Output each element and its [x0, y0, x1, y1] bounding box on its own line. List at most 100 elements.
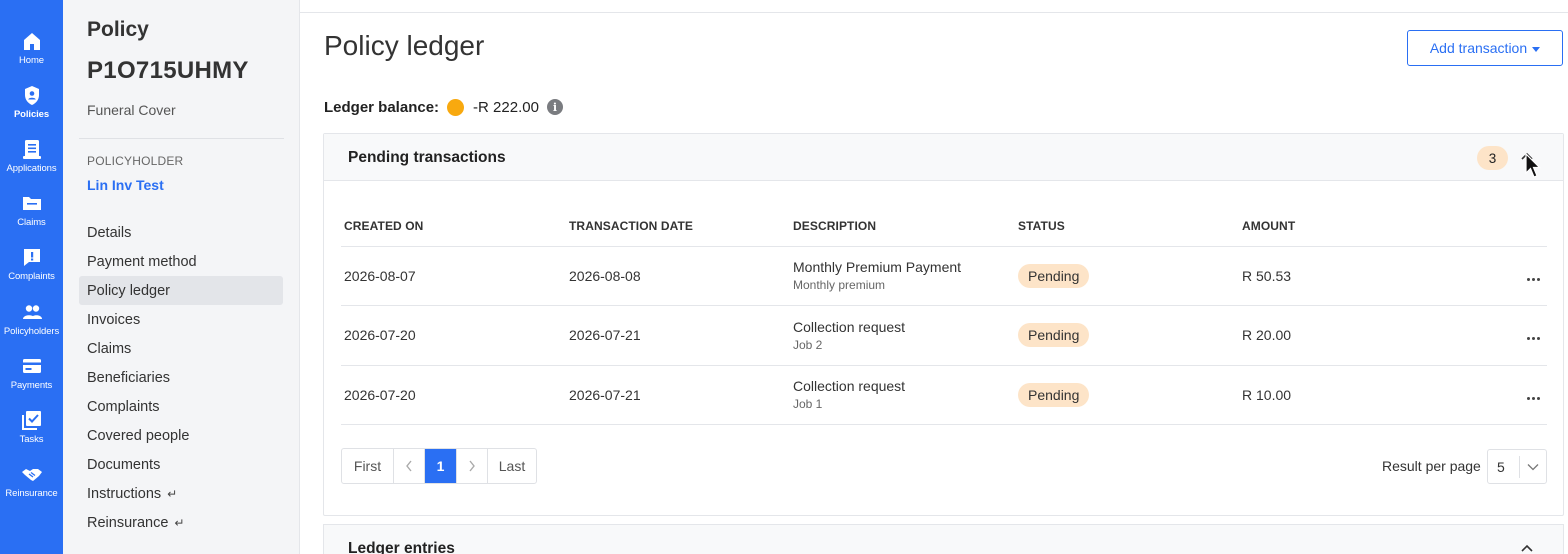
- nav-item-label: Claims: [87, 340, 132, 357]
- nav-item-instructions[interactable]: Instructions ↵: [79, 479, 283, 508]
- policy-product: Funeral Cover: [87, 102, 176, 118]
- results-per-page-value: 5: [1497, 458, 1505, 475]
- ledger-entries-title: Ledger entries: [348, 540, 455, 554]
- cell-description: Collection request Job 1: [790, 365, 1015, 425]
- description-sub: Job 1: [793, 397, 823, 412]
- policy-kicker: Policy: [87, 18, 149, 41]
- nav-item-label: Invoices: [87, 311, 141, 328]
- cell-description: Monthly Premium Payment Monthly premium: [790, 246, 1015, 306]
- pending-transactions-header[interactable]: Pending transactions 3: [324, 134, 1563, 181]
- people-icon: [22, 305, 42, 319]
- nav-item-details[interactable]: Details: [79, 218, 283, 247]
- cell-amount: R 20.00: [1239, 305, 1517, 366]
- chevron-up-icon[interactable]: [1520, 542, 1534, 554]
- cell-transaction-date: 2026-08-08: [566, 246, 790, 306]
- add-transaction-button[interactable]: Add transaction: [1407, 30, 1563, 66]
- cell-created-on: 2026-07-20: [341, 305, 566, 366]
- rail-item-label: Complaints: [8, 271, 55, 282]
- nav-item-complaints[interactable]: Complaints: [79, 392, 283, 421]
- rail-item-applications[interactable]: Applications: [0, 138, 63, 188]
- pagination-prev-button[interactable]: [394, 449, 425, 483]
- info-icon[interactable]: i: [546, 99, 563, 115]
- more-horizontal-icon: [1527, 277, 1540, 281]
- pending-transactions-title: Pending transactions: [348, 149, 506, 166]
- rail-item-label: Applications: [6, 163, 57, 174]
- rail-item-policies[interactable]: Policies: [0, 84, 63, 134]
- nav-item-label: Policy ledger: [87, 282, 171, 299]
- policy-panel: Policy P1O715UHMY Funeral Cover POLICYHO…: [63, 0, 300, 554]
- rail-item-label: Payments: [10, 380, 53, 391]
- nav-item-label: Covered people: [87, 427, 190, 444]
- policyholder-link[interactable]: Lin Inv Test: [87, 177, 164, 193]
- nav-item-label: Payment method: [87, 253, 197, 270]
- col-amount: AMOUNT: [1239, 207, 1517, 247]
- rail-item-home[interactable]: Home: [0, 30, 63, 80]
- pending-count-badge: 3: [1477, 146, 1508, 170]
- table-row: 2026-08-07 2026-08-08 Monthly Premium Paym…: [341, 246, 1547, 306]
- nav-item-claims[interactable]: Claims: [79, 334, 283, 363]
- more-horizontal-icon: [1527, 396, 1540, 400]
- ledger-entries-card[interactable]: Ledger entries: [323, 524, 1564, 554]
- row-actions-button[interactable]: [1517, 365, 1547, 425]
- description-main: Collection request: [793, 378, 906, 395]
- table-header-row: CREATED ON TRANSACTION DATE DESCRIPTION …: [341, 207, 1547, 247]
- pending-transactions-table: CREATED ON TRANSACTION DATE DESCRIPTION …: [341, 207, 1547, 425]
- nav-item-policy-ledger[interactable]: Policy ledger: [79, 276, 283, 305]
- pagination-last-button[interactable]: Last: [488, 449, 536, 483]
- cell-description: Collection request Job 2: [790, 305, 1015, 366]
- nav-item-payment-method[interactable]: Payment method: [79, 247, 283, 276]
- policyholder-label: POLICYHOLDER: [87, 154, 184, 168]
- chevron-down-icon: [1520, 463, 1546, 471]
- cell-created-on: 2026-08-07: [341, 246, 566, 306]
- cell-amount: R 10.00: [1239, 365, 1517, 425]
- balance-status-dot: [447, 98, 465, 116]
- chevron-up-icon[interactable]: [1520, 150, 1534, 164]
- status-badge: Pending: [1018, 263, 1090, 288]
- document-icon: [22, 140, 41, 159]
- return-icon: ↵: [174, 515, 185, 530]
- row-actions-button[interactable]: [1517, 305, 1547, 366]
- nav-item-reinsurance[interactable]: Reinsurance ↵: [79, 508, 283, 537]
- ledger-balance-value: -R 222.00: [473, 98, 539, 116]
- nav-item-beneficiaries[interactable]: Beneficiaries: [79, 363, 283, 392]
- credit-card-icon: [22, 359, 41, 373]
- cell-status: Pending: [1015, 365, 1239, 425]
- row-actions-button[interactable]: [1517, 246, 1547, 306]
- pagination-current-page[interactable]: 1: [425, 449, 457, 483]
- rail-item-policyholders[interactable]: Policyholders: [0, 301, 63, 351]
- col-transaction-date: TRANSACTION DATE: [566, 207, 790, 247]
- col-status: STATUS: [1015, 207, 1239, 247]
- results-per-page-select[interactable]: 5: [1487, 449, 1547, 484]
- policy-number: P1O715UHMY: [87, 57, 249, 84]
- rail-item-claims[interactable]: Claims: [0, 192, 63, 242]
- panel-divider: [79, 138, 284, 139]
- pagination-first-button[interactable]: First: [342, 449, 394, 483]
- description-sub: Monthly premium: [793, 278, 886, 293]
- nav-item-invoices[interactable]: Invoices: [79, 305, 283, 334]
- main-content: Policy ledger Add transaction Ledger bal…: [300, 0, 1568, 554]
- rail-item-tasks[interactable]: Tasks: [0, 409, 63, 459]
- nav-item-documents[interactable]: Documents: [79, 450, 283, 479]
- pagination: First 1 Last: [341, 448, 537, 484]
- ledger-balance-label: Ledger balance:: [324, 98, 440, 116]
- top-divider: [300, 12, 1568, 13]
- task-check-icon: [21, 411, 41, 430]
- home-icon: [23, 33, 40, 50]
- rail-item-complaints[interactable]: Complaints: [0, 246, 63, 296]
- nav-item-label: Documents: [87, 456, 161, 473]
- app-rail: Home Policies Applications Claims Complaints…: [0, 0, 63, 554]
- status-badge: Pending: [1018, 382, 1090, 407]
- chevron-left-icon: [406, 460, 412, 472]
- alert-message-icon: [23, 249, 40, 266]
- table-row: 2026-07-20 2026-07-21 Collection request Jo…: [341, 365, 1547, 425]
- cell-amount: R 50.53: [1239, 246, 1517, 306]
- policy-nav: Details Payment method Policy ledger Invoic…: [79, 218, 283, 537]
- nav-item-label: Instructions: [87, 485, 162, 502]
- rail-item-reinsurance[interactable]: Reinsurance: [0, 463, 63, 513]
- page-title: Policy ledger: [324, 30, 485, 61]
- nav-item-label: Details: [87, 224, 132, 241]
- more-horizontal-icon: [1527, 337, 1540, 341]
- rail-item-payments[interactable]: Payments: [0, 355, 63, 405]
- pagination-next-button[interactable]: [457, 449, 488, 483]
- nav-item-covered-people[interactable]: Covered people: [79, 421, 283, 450]
